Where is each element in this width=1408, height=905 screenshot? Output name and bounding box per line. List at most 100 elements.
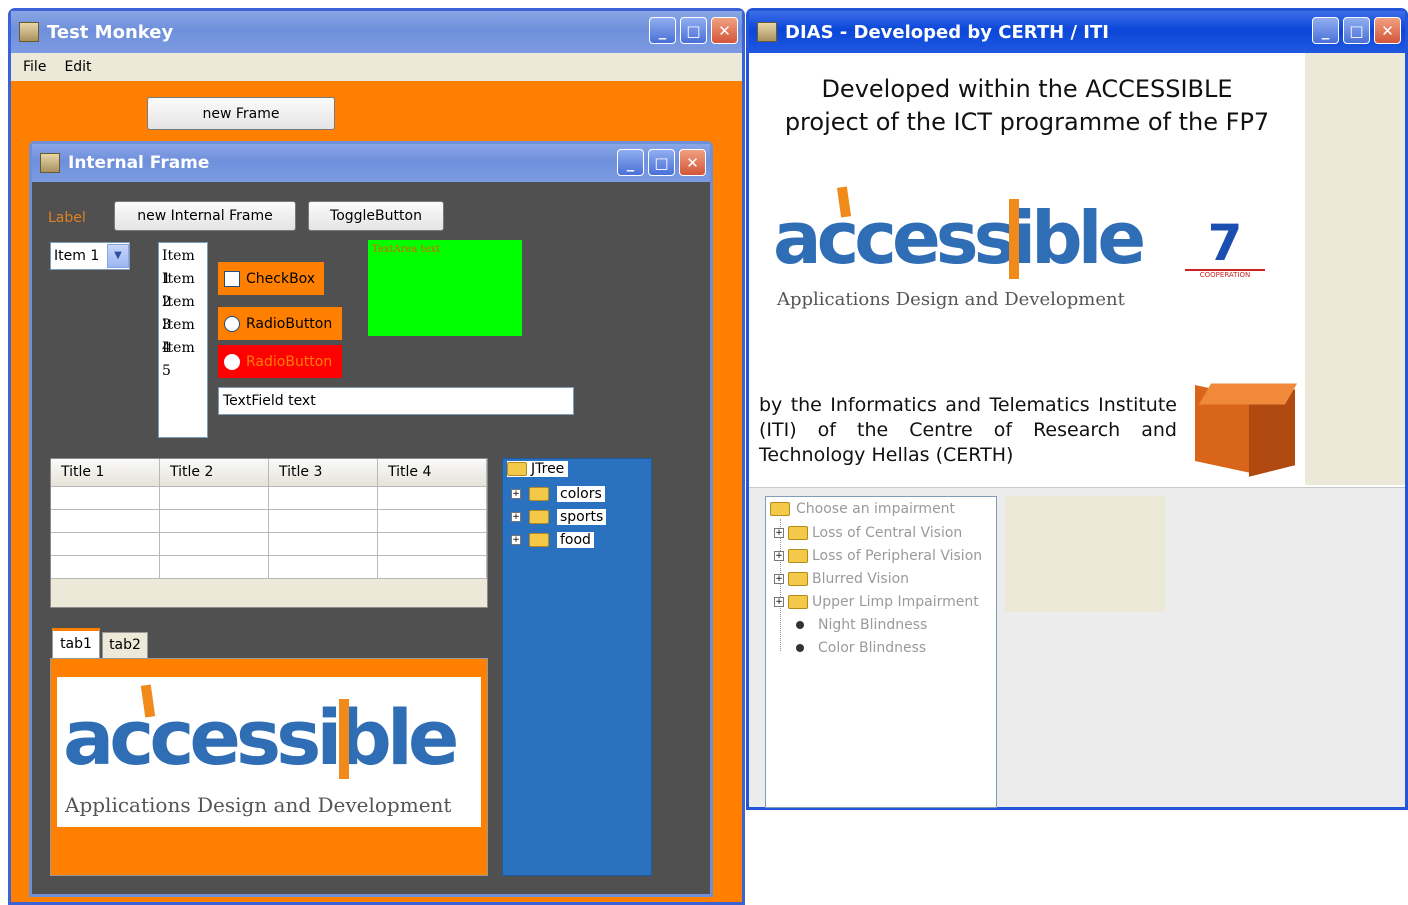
- data-table[interactable]: Title 1 Title 2 Title 3 Title 4: [50, 458, 488, 608]
- table-cell[interactable]: [378, 487, 487, 510]
- dias-titlebar[interactable]: DIAS - Developed by CERTH / ITI _ □ ✕: [749, 11, 1405, 53]
- table-row[interactable]: [51, 487, 487, 510]
- table-cell[interactable]: [160, 533, 269, 556]
- logo-tagline: Applications Design and Development: [777, 289, 1125, 310]
- tree-node[interactable]: + Upper Limp Impairment: [774, 594, 979, 610]
- item-combo-box[interactable]: Item 1 ▼: [50, 242, 130, 270]
- test-monkey-titlebar[interactable]: Test Monkey _ □ ✕: [11, 11, 742, 53]
- table-cell[interactable]: [269, 533, 378, 556]
- expand-icon[interactable]: +: [774, 528, 784, 538]
- internal-frame-title: Internal Frame: [68, 153, 210, 173]
- tab2-label: tab2: [109, 637, 141, 653]
- table-cell[interactable]: [160, 510, 269, 533]
- checkbox-box[interactable]: [224, 270, 240, 287]
- tree-node[interactable]: + Blurred Vision: [774, 571, 909, 587]
- maximize-icon[interactable]: □: [680, 17, 707, 44]
- table-cell[interactable]: [378, 533, 487, 556]
- table-header[interactable]: Title 1: [51, 459, 160, 487]
- java-app-icon: [40, 153, 60, 173]
- table-row[interactable]: [51, 510, 487, 533]
- table-cell[interactable]: [51, 533, 160, 556]
- tab2[interactable]: tab2: [102, 632, 148, 658]
- expand-icon[interactable]: +: [511, 535, 521, 545]
- tree-node[interactable]: + Loss of Central Vision: [774, 525, 962, 541]
- logo-accent: [339, 699, 349, 779]
- folder-icon: [529, 533, 549, 547]
- logo-word: accessible: [63, 693, 459, 782]
- internal-frame-titlebar[interactable]: Internal Frame _ □ ✕: [32, 144, 710, 182]
- chevron-down-icon[interactable]: ▼: [107, 244, 129, 268]
- bullet-icon: [796, 644, 804, 652]
- toggle-button[interactable]: ToggleButton: [308, 201, 444, 231]
- expand-icon[interactable]: +: [511, 489, 521, 499]
- test-monkey-window: Test Monkey _ □ ✕ File Edit new Frame In…: [8, 8, 745, 905]
- java-app-icon: [757, 22, 777, 42]
- combo-value: Item 1: [54, 248, 100, 264]
- tree-node[interactable]: + colors: [511, 486, 605, 502]
- table-cell[interactable]: [51, 487, 160, 510]
- impairment-tree[interactable]: Choose an impairment + Loss of Central V…: [765, 496, 997, 808]
- logo-word: accessible: [773, 196, 1146, 280]
- tree-node[interactable]: + sports: [511, 509, 607, 525]
- table-header[interactable]: Title 3: [269, 459, 378, 487]
- table-cell[interactable]: [51, 556, 160, 579]
- menu-file[interactable]: File: [23, 59, 46, 75]
- list-item[interactable]: Item 4: [159, 314, 207, 356]
- close-icon[interactable]: ✕: [679, 149, 706, 176]
- tab1[interactable]: tab1: [52, 628, 100, 658]
- expand-icon[interactable]: +: [774, 551, 784, 561]
- tree-leaf-label: Night Blindness: [818, 617, 928, 633]
- internal-frame: Internal Frame _ □ ✕ Label new Internal …: [29, 141, 713, 897]
- table-cell[interactable]: [160, 556, 269, 579]
- tree-root[interactable]: JTree: [507, 461, 569, 477]
- maximize-icon[interactable]: □: [648, 149, 675, 176]
- tree-node[interactable]: + food: [511, 532, 594, 548]
- accessible-logo: accessible Applications Design and Devel…: [57, 677, 481, 827]
- text-area[interactable]: TextArea text: [368, 240, 522, 336]
- table-cell[interactable]: [269, 556, 378, 579]
- tree-node[interactable]: + Loss of Peripheral Vision: [774, 548, 982, 564]
- table-cell[interactable]: [51, 510, 160, 533]
- text-field[interactable]: TextField text: [218, 387, 574, 415]
- table-cell[interactable]: [378, 556, 487, 579]
- tree-leaf[interactable]: Night Blindness: [796, 617, 927, 633]
- tree-node-label: sports: [557, 509, 607, 525]
- list-item[interactable]: Item 5: [159, 337, 207, 379]
- maximize-icon[interactable]: □: [1343, 17, 1370, 44]
- expand-icon[interactable]: +: [774, 597, 784, 607]
- table-header[interactable]: Title 4: [378, 459, 487, 487]
- new-internal-frame-button[interactable]: new Internal Frame: [114, 201, 296, 231]
- radio-button-1[interactable]: RadioButton: [218, 307, 342, 340]
- folder-icon: [788, 572, 808, 586]
- info-panel: Developed within the ACCESSIBLE project …: [749, 53, 1305, 485]
- radio-button-2[interactable]: RadioButton: [218, 345, 342, 378]
- table-cell[interactable]: [269, 487, 378, 510]
- close-icon[interactable]: ✕: [1374, 17, 1401, 44]
- placeholder-panel: [1005, 496, 1165, 612]
- minimize-icon[interactable]: _: [649, 17, 676, 44]
- checkbox[interactable]: CheckBox: [218, 262, 324, 295]
- expand-icon[interactable]: +: [511, 512, 521, 522]
- list-item[interactable]: Item 3: [159, 291, 207, 333]
- minimize-icon[interactable]: _: [617, 149, 644, 176]
- jtree-panel[interactable]: JTree + colors + sports + food: [502, 458, 652, 876]
- minimize-icon[interactable]: _: [1312, 17, 1339, 44]
- expand-icon[interactable]: +: [774, 574, 784, 584]
- table-row[interactable]: [51, 533, 487, 556]
- table-row[interactable]: [51, 556, 487, 579]
- table-cell[interactable]: [378, 510, 487, 533]
- table-header[interactable]: Title 2: [160, 459, 269, 487]
- list-item[interactable]: Item 2: [159, 268, 207, 310]
- menu-edit[interactable]: Edit: [64, 59, 91, 75]
- table-cell[interactable]: [160, 487, 269, 510]
- list-item[interactable]: Item 1: [159, 245, 207, 287]
- new-frame-button[interactable]: new Frame: [147, 97, 335, 130]
- item-list[interactable]: Item 1 Item 2 Item 3 Item 4 Item 5: [158, 242, 208, 438]
- table-cell[interactable]: [269, 510, 378, 533]
- tree-root[interactable]: Choose an impairment: [770, 501, 955, 517]
- tree-leaf[interactable]: Color Blindness: [796, 640, 926, 656]
- radio-circle[interactable]: [224, 315, 240, 332]
- radio-circle[interactable]: [224, 353, 240, 370]
- close-icon[interactable]: ✕: [711, 17, 738, 44]
- dias-window: DIAS - Developed by CERTH / ITI _ □ ✕ De…: [746, 8, 1408, 810]
